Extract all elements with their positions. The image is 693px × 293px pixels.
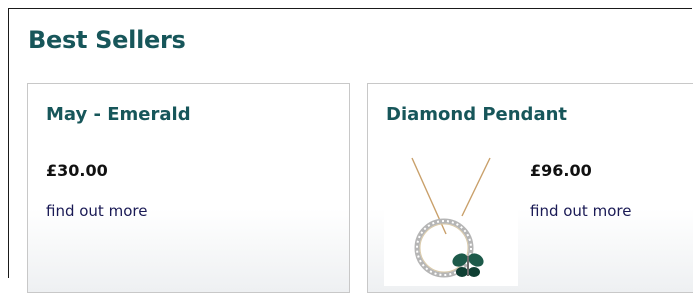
pendant-necklace-illustration — [411, 157, 491, 278]
section-title: Best Sellers — [28, 26, 186, 54]
product-title[interactable]: Diamond Pendant — [386, 104, 567, 125]
pendant-necklace-image[interactable] — [384, 156, 518, 286]
product-price: £96.00 — [530, 161, 592, 180]
product-title[interactable]: May - Emerald — [46, 104, 191, 125]
best-sellers-panel: Best Sellers May - Emerald £30.00 find o… — [8, 8, 693, 293]
product-price: £30.00 — [46, 161, 108, 180]
find-out-more-link[interactable]: find out more — [46, 202, 147, 220]
find-out-more-link[interactable]: find out more — [530, 202, 631, 220]
product-card: May - Emerald £30.00 find out more — [27, 83, 350, 293]
product-card: Diamond Pendant £96.00 find out more — [367, 83, 693, 293]
